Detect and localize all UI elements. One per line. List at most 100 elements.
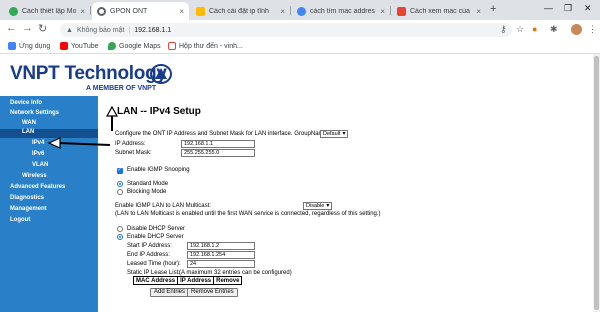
tab-title: Cách thiết lập Modem: [22, 7, 77, 15]
sidebar-item-vlan[interactable]: VLAN: [32, 162, 48, 168]
bookmark-youtube[interactable]: YouTube: [60, 42, 99, 50]
sidebar-item-network-settings[interactable]: Network Settings: [10, 110, 59, 116]
tab-title: Cách cài đặt ip tĩnh: [209, 7, 269, 15]
bookmark-apps[interactable]: Ứng dụng: [8, 42, 50, 50]
tab-close-icon[interactable]: ×: [179, 7, 184, 16]
bookmark-label: Google Maps: [119, 42, 161, 50]
tab-3[interactable]: cách tìm mac addres ×: [292, 2, 390, 20]
security-label[interactable]: Không bảo mật: [77, 27, 124, 34]
tab-close-icon[interactable]: ×: [476, 7, 481, 16]
end-ip-label: End IP Address:: [127, 252, 170, 258]
remove-entries-button[interactable]: Remove Entries: [187, 288, 238, 297]
bookmark-label: Ứng dụng: [19, 42, 51, 50]
minimize-icon[interactable]: —: [544, 3, 553, 13]
disable-dhcp-label: Disable DHCP Server: [127, 226, 185, 232]
sidebar-item-management[interactable]: Management: [10, 206, 47, 212]
tab-favicon-icon: [397, 6, 406, 16]
sidebar-item-wireless[interactable]: Wireless: [22, 173, 47, 179]
tab-close-icon[interactable]: ×: [380, 7, 385, 16]
menu-icon[interactable]: ⋮: [588, 24, 597, 35]
tab-favicon-icon: [97, 6, 106, 16]
puzzle-icon[interactable]: ✱: [550, 24, 558, 35]
start-ip-label: Start IP Address:: [127, 243, 172, 249]
blocking-mode-label: Blocking Mode: [127, 189, 167, 195]
bookmark-star-icon[interactable]: ☆: [516, 24, 524, 35]
tab-strip: Cách thiết lập Modem × GPON ONT × Cách c…: [0, 0, 600, 20]
sidebar-item-ipv6[interactable]: IPv6: [32, 151, 44, 157]
forward-icon[interactable]: →: [22, 22, 33, 34]
igmp-snooping-checkbox[interactable]: [117, 167, 123, 174]
key-icon[interactable]: ⚷: [500, 24, 507, 35]
standard-mode-label: Standard Mode: [127, 181, 169, 187]
reload-icon[interactable]: ↻: [38, 22, 47, 35]
tab-1[interactable]: GPON ONT ×: [92, 2, 189, 20]
multicast-select[interactable]: Disable: [303, 202, 333, 210]
apps-icon: [8, 42, 16, 50]
maps-icon: [108, 42, 116, 50]
tab-2[interactable]: Cách cài đặt ip tĩnh ×: [191, 2, 290, 20]
tab-close-icon[interactable]: ×: [80, 7, 85, 16]
bookmarks-bar: Ứng dụng YouTube Google Maps Hộp thư đến…: [0, 40, 600, 54]
extension-icon[interactable]: ●: [532, 24, 537, 34]
lease-time-label: Leased Time (hour):: [127, 261, 181, 267]
multicast-note: (LAN to LAN Multicast is enabled until t…: [115, 211, 381, 217]
page: VNPT Technology A MEMBER OF VNPT Device …: [0, 55, 600, 312]
group-name-select[interactable]: Default: [320, 130, 349, 138]
table-header-row: MAC Address IP Address Remove: [132, 276, 243, 285]
ip-address-input[interactable]: 192.168.1.1: [181, 140, 255, 148]
url-text[interactable]: 192.168.1.1: [134, 27, 171, 34]
address-bar[interactable]: ▲ Không bảo mật | 192.168.1.1: [60, 23, 512, 37]
tab-favicon-icon: [196, 6, 205, 16]
sidebar-item-logout[interactable]: Logout: [10, 217, 30, 223]
close-window-icon[interactable]: ✕: [584, 3, 592, 14]
ip-address-label: IP Address:: [115, 141, 146, 147]
avatar[interactable]: [571, 24, 582, 35]
gmail-icon: [168, 42, 176, 50]
tab-separator: [390, 6, 391, 15]
separator: |: [128, 26, 131, 34]
tab-separator: [90, 6, 91, 15]
enable-dhcp-radio[interactable]: [117, 234, 123, 240]
bookmark-label: YouTube: [71, 42, 99, 50]
subnet-mask-label: Subnet Mask:: [115, 150, 152, 156]
sidebar: Device Info Network Settings WAN LAN IPv…: [0, 96, 98, 312]
tab-title: GPON ONT: [110, 7, 148, 15]
end-ip-input[interactable]: 192.168.1.254: [187, 251, 255, 259]
sidebar-item-diagnostics[interactable]: Diagnostics: [10, 195, 44, 201]
tab-separator: [290, 6, 291, 15]
multicast-label: Enable IGMP LAN to LAN Multicast:: [115, 203, 211, 209]
add-entries-button[interactable]: Add Entries: [150, 288, 190, 297]
blocking-mode-radio[interactable]: [117, 189, 123, 195]
sidebar-item-ipv4[interactable]: IPv4: [32, 140, 44, 146]
back-icon[interactable]: ←: [6, 22, 17, 34]
tab-title: Cách xem mac của: [410, 7, 470, 15]
lease-time-input[interactable]: 24: [187, 260, 255, 268]
bookmark-gmail[interactable]: Hộp thư đến - vinh...: [168, 42, 243, 50]
scrollbar-thumb[interactable]: [594, 56, 599, 310]
tab-0[interactable]: Cách thiết lập Modem ×: [4, 2, 90, 20]
subnet-mask-input[interactable]: 255.255.255.0: [181, 149, 255, 157]
start-ip-input[interactable]: 192.168.1.2: [187, 242, 255, 250]
page-title: LAN -- IPv4 Setup: [117, 106, 201, 117]
sidebar-item-wan[interactable]: WAN: [22, 120, 36, 126]
tab-title: cách tìm mac addres: [310, 7, 375, 15]
standard-mode-radio[interactable]: [117, 181, 123, 187]
sidebar-item-advanced-features[interactable]: Advanced Features: [10, 184, 65, 190]
disable-dhcp-radio[interactable]: [117, 226, 123, 232]
bookmark-label: Hộp thư đến - vinh...: [179, 42, 243, 50]
intro-text: Configure the ONT IP Address and Subnet …: [115, 131, 327, 137]
tab-close-icon[interactable]: ×: [280, 7, 285, 16]
new-tab-button[interactable]: +: [490, 3, 496, 15]
page-scrollbar[interactable]: [593, 54, 600, 312]
maximize-icon[interactable]: ❐: [564, 3, 572, 14]
column-header-mac: MAC Address: [132, 276, 179, 285]
sidebar-item-device-info[interactable]: Device Info: [10, 100, 42, 106]
tab-4[interactable]: Cách xem mac của ×: [392, 2, 486, 20]
static-lease-table: MAC Address IP Address Remove: [132, 276, 243, 285]
sidebar-item-lan[interactable]: LAN: [0, 129, 98, 138]
youtube-icon: [60, 42, 68, 50]
bookmark-maps[interactable]: Google Maps: [108, 42, 161, 50]
main-content: LAN -- IPv4 Setup Configure the ONT IP A…: [115, 55, 600, 312]
warning-icon[interactable]: ▲: [66, 27, 73, 34]
tab-favicon-icon: [297, 6, 306, 16]
